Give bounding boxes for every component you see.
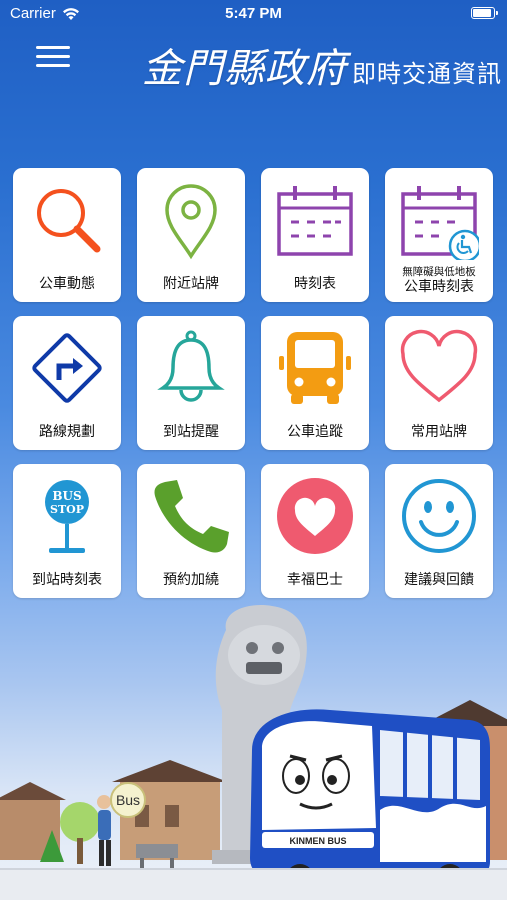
bus-text: KINMEN BUS bbox=[289, 836, 346, 846]
app-title: 金門縣政府 bbox=[142, 46, 347, 92]
tile-label: 幸福巴士 bbox=[287, 571, 343, 587]
status-bar: Carrier 5:47 PM bbox=[0, 0, 507, 28]
accessible-calendar-icon bbox=[401, 186, 479, 260]
calendar-icon bbox=[277, 186, 353, 256]
tile-arrival-reminder[interactable]: 到站提醒 bbox=[137, 316, 245, 450]
tile-label: 到站提醒 bbox=[163, 423, 219, 439]
scene-illustration: KINMEN BUS bbox=[0, 605, 507, 892]
bus-stop-icon: BUS STOP bbox=[45, 480, 89, 553]
tile-nearby-stops[interactable]: 附近站牌 bbox=[137, 168, 245, 302]
tile-happiness-bus[interactable]: 幸福巴士 bbox=[261, 464, 369, 598]
bus-stop-text-bottom: STOP bbox=[50, 503, 84, 516]
tile-stop-timetable[interactable]: BUS STOP 到站時刻表 bbox=[13, 464, 121, 598]
status-time: 5:47 PM bbox=[225, 5, 282, 22]
hamburger-menu-button[interactable] bbox=[36, 46, 70, 70]
tile-label-big: 公車時刻表 bbox=[404, 278, 474, 294]
app-subtitle: 即時交通資訊 bbox=[352, 61, 502, 88]
tile-bus-tracking[interactable]: 公車追蹤 bbox=[261, 316, 369, 450]
tile-label: 預約加繞 bbox=[163, 571, 219, 587]
bench-illustration bbox=[136, 844, 178, 868]
search-icon bbox=[37, 189, 101, 253]
map-pin-icon bbox=[165, 184, 217, 260]
heart-icon bbox=[400, 329, 478, 403]
tile-label: 時刻表 bbox=[294, 275, 336, 291]
tile-label-small: 無障礙與低地板 bbox=[402, 266, 476, 278]
tile-label: 到站時刻表 bbox=[32, 571, 102, 587]
bell-icon bbox=[157, 330, 225, 402]
tile-route-planning[interactable]: 路線規劃 bbox=[13, 316, 121, 450]
bus-stop-text-top: BUS bbox=[52, 489, 81, 503]
road bbox=[0, 868, 507, 900]
tile-reservation-detour[interactable]: 預約加繞 bbox=[137, 464, 245, 598]
person-illustration bbox=[97, 795, 111, 866]
bus-icon bbox=[279, 332, 351, 404]
heart-circle-icon bbox=[277, 478, 353, 554]
battery-icon bbox=[471, 7, 498, 19]
tile-favorite-stops[interactable]: 常用站牌 bbox=[385, 316, 493, 450]
tile-label: 建議與回饋 bbox=[404, 571, 474, 587]
decorative-scene: KINMEN BUS Bus bbox=[0, 600, 507, 900]
tile-label: 公車動態 bbox=[39, 275, 95, 291]
route-sign-icon bbox=[32, 333, 102, 403]
tile-accessible-timetable[interactable]: 無障礙與低地板 公車時刻表 bbox=[385, 168, 493, 302]
tile-timetable[interactable]: 時刻表 bbox=[261, 168, 369, 302]
feature-grid: 公車動態 附近站牌 時刻表 無障礙與低地板 公車時刻表 路線規劃 到站提醒 公車… bbox=[13, 168, 494, 598]
tile-label: 常用站牌 bbox=[411, 423, 467, 439]
phone-icon bbox=[154, 480, 229, 553]
smiley-icon bbox=[402, 479, 476, 553]
tile-feedback[interactable]: 建議與回饋 bbox=[385, 464, 493, 598]
tile-label: 附近站牌 bbox=[163, 275, 219, 291]
tile-label: 無障礙與低地板 公車時刻表 bbox=[385, 266, 493, 295]
tile-bus-dynamics[interactable]: 公車動態 bbox=[13, 168, 121, 302]
tile-label: 公車追蹤 bbox=[287, 423, 343, 439]
tile-label: 路線規劃 bbox=[39, 423, 95, 439]
mascot-bus-illustration: KINMEN BUS bbox=[250, 709, 490, 892]
bus-speech-bubble: Bus bbox=[110, 782, 146, 818]
